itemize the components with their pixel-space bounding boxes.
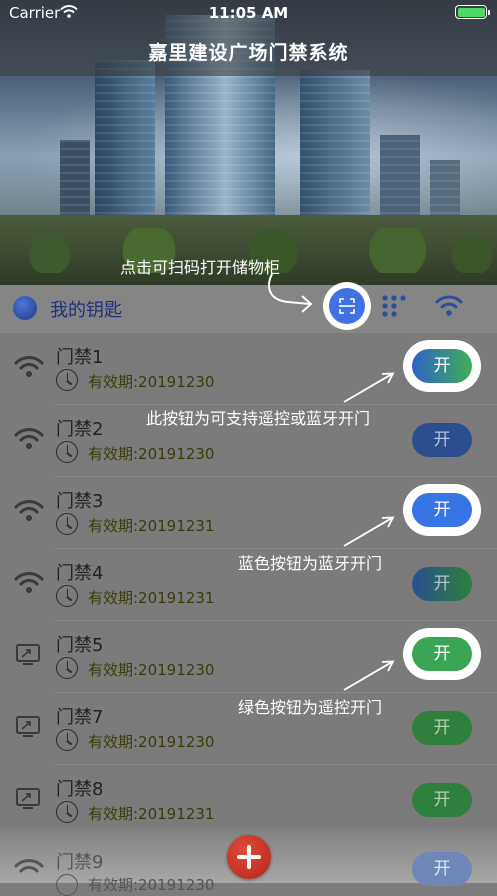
clock-icon [56,585,78,607]
battery-icon [455,5,490,19]
key-validity: 有效期:20191230 [88,661,215,679]
key-name: 门禁7 [56,707,104,728]
clock-icon [56,874,78,896]
wifi-icon [14,859,44,873]
key-name: 门禁3 [56,491,104,512]
annotation-arrow [343,660,395,691]
page-title: 嘉里建设广场门禁系统 [148,42,349,64]
clock-icon [56,657,78,679]
keys-header-label: 我的钥匙 [50,300,122,321]
open-button[interactable]: 开 [412,493,472,527]
highlight-ring: 开 [403,484,481,536]
open-button[interactable]: 开 [412,567,472,601]
key-name: 门禁8 [56,779,104,800]
header-photo: Carrier 11:05 AM 嘉里建设广场门禁系统 点击可扫码打开储物柜 [0,0,497,285]
scan-button[interactable] [323,282,371,330]
key-name: 门禁2 [56,419,104,440]
bluetooth-tip: 蓝色按钮为蓝牙开门 [238,554,383,573]
clock-icon [56,729,78,751]
key-dot-icon [13,296,37,320]
open-button[interactable]: 开 [412,852,472,886]
key-validity: 有效期:20191231 [88,589,215,607]
remote-screen-icon [16,644,40,665]
open-button[interactable]: 开 [412,349,472,383]
building [95,60,155,230]
add-key-button[interactable] [227,835,271,879]
clock-icon [56,369,78,391]
wifi-icon[interactable] [435,292,463,318]
scan-icon [329,288,365,324]
key-validity: 有效期:20191231 [88,517,215,535]
key-validity: 有效期:20191230 [88,373,215,391]
scan-tip-arrow [268,273,313,313]
key-validity: 有效期:20191230 [88,733,215,751]
key-validity: 有效期:20191230 [88,876,215,894]
wifi-icon [14,572,44,593]
annotation-arrow [343,372,395,403]
annotation-arrow [343,516,395,547]
remote-screen-icon [16,788,40,809]
list-item: 门禁8 有效期:20191231 开 [0,765,497,833]
key-validity: 有效期:20191231 [88,805,215,823]
key-name: 门禁9 [56,852,104,873]
key-validity: 有效期:20191230 [88,445,215,463]
clock-icon [56,801,78,823]
open-button[interactable]: 开 [412,783,472,817]
highlight-ring: 开 [403,340,481,392]
list-item: 门禁3 有效期:20191231 开 [0,477,497,549]
list-item: 门禁5 有效期:20191230 开 [0,621,497,693]
clock-icon [56,441,78,463]
keys-header: 我的钥匙 [0,285,497,333]
building [300,70,370,230]
wifi-icon [14,500,44,521]
open-button[interactable]: 开 [412,637,472,671]
status-time: 11:05 AM [208,4,289,22]
key-name: 门禁4 [56,563,104,584]
remote-or-bluetooth-tip: 此按钮为可支持遥控或蓝牙开门 [146,409,371,428]
wifi-icon [14,356,44,377]
list-item: 门禁1 有效期:20191230 开 [0,333,497,405]
key-name: 门禁1 [56,347,104,368]
remote-tip: 绿色按钮为遥控开门 [238,698,383,717]
open-button[interactable]: 开 [412,711,472,745]
scan-tip: 点击可扫码打开储物柜 [120,258,281,277]
open-button[interactable]: 开 [412,423,472,457]
highlight-ring: 开 [403,628,481,680]
key-name: 门禁5 [56,635,104,656]
clock-icon [56,513,78,535]
grid-dots-icon[interactable] [381,294,407,318]
status-bar: Carrier 11:05 AM [0,0,497,26]
wifi-icon [14,428,44,449]
remote-screen-icon [16,716,40,737]
